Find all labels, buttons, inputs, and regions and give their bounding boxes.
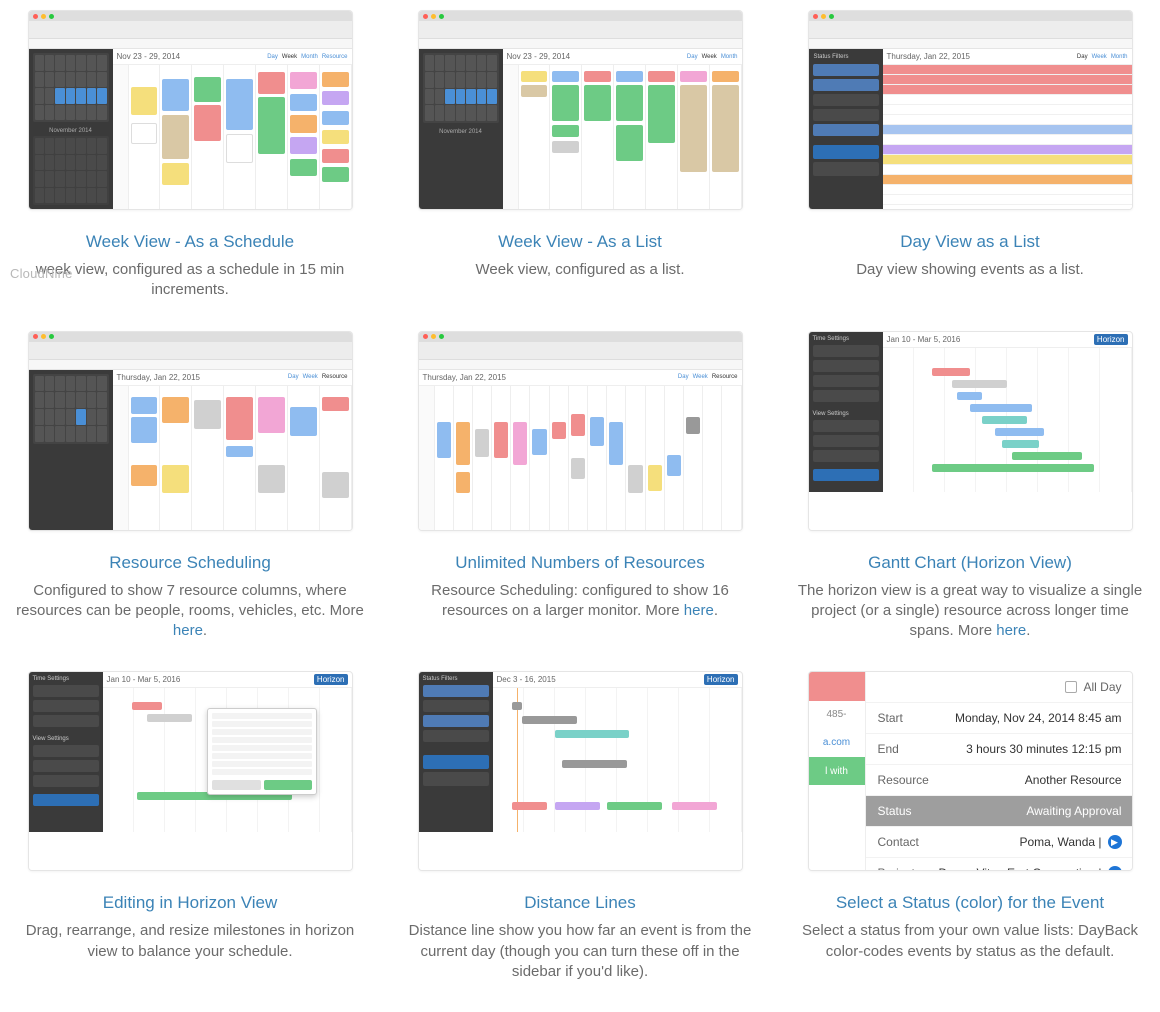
closeup-left-strip: 485- a.com l with bbox=[809, 672, 865, 870]
card-desc: week view, configured as a schedule in 1… bbox=[10, 260, 370, 301]
gallery-grid: November 2014 Nov 23 - 29, 2014DayWeekMo… bbox=[5, 10, 1155, 982]
thumb-resource-16[interactable]: Thursday, Jan 22, 2015DayWeekResource bbox=[418, 331, 743, 531]
card-select-status: 485- a.com l with All Day Start Monday, N… bbox=[785, 671, 1155, 982]
card-gantt: Time Settings View Settings Jan 10 - Mar… bbox=[785, 331, 1155, 642]
mac-titlebar bbox=[29, 11, 352, 21]
thumb-week-schedule[interactable]: November 2014 Nov 23 - 29, 2014DayWeekMo… bbox=[28, 10, 353, 210]
thumb-week-list[interactable]: November 2014 Nov 23 - 29, 2014DayWeekMo… bbox=[418, 10, 743, 210]
card-week-schedule: November 2014 Nov 23 - 29, 2014DayWeekMo… bbox=[5, 10, 375, 301]
card-desc: Resource Scheduling: configured to show … bbox=[400, 581, 760, 622]
field-value-resource[interactable]: Another Resource bbox=[1025, 773, 1122, 787]
event-popup bbox=[207, 708, 317, 795]
date-range: Nov 23 - 29, 2014 bbox=[117, 52, 181, 61]
thumb-distance-lines[interactable]: Status Filters Dec 3 - 16, 2015Horizon bbox=[418, 671, 743, 871]
field-value-start[interactable]: Monday, Nov 24, 2014 8:45 am bbox=[955, 711, 1122, 725]
thumb-select-status[interactable]: 485- a.com l with All Day Start Monday, N… bbox=[808, 671, 1133, 871]
field-label-start: Start bbox=[878, 711, 903, 725]
card-title: Resource Scheduling bbox=[109, 553, 271, 573]
field-label-status: Status bbox=[878, 804, 912, 818]
card-title: Unlimited Numbers of Resources bbox=[455, 553, 704, 573]
field-label-end: End bbox=[878, 742, 899, 756]
more-link[interactable]: here bbox=[684, 602, 714, 619]
card-desc: Distance line show you how far an event … bbox=[400, 921, 760, 982]
card-desc: Day view showing events as a list. bbox=[856, 260, 1084, 280]
card-title: Editing in Horizon View bbox=[103, 893, 278, 913]
card-title: Week View - As a List bbox=[498, 232, 662, 252]
card-title: Distance Lines bbox=[524, 893, 636, 913]
allday-label: All Day bbox=[1083, 680, 1121, 694]
field-value-project[interactable]: Donec Vitae Erat Corporation |▶ bbox=[939, 866, 1122, 871]
card-desc: Drag, rearrange, and resize milestones i… bbox=[10, 921, 370, 962]
field-label-project: Project bbox=[878, 866, 915, 871]
card-day-list: Status Filters Thursday, Jan 22, 2015Day… bbox=[785, 10, 1155, 301]
gantt-settings-sidebar: Time Settings View Settings bbox=[809, 332, 883, 492]
card-resource-7: Thursday, Jan 22, 2015DayWeekResource bbox=[5, 331, 375, 642]
event-detail-panel: All Day Start Monday, Nov 24, 2014 8:45 a… bbox=[865, 672, 1133, 870]
more-link[interactable]: here bbox=[173, 622, 203, 639]
field-value-end[interactable]: 3 hours 30 minutes 12:15 pm bbox=[966, 742, 1121, 756]
field-label-resource: Resource bbox=[878, 773, 929, 787]
field-label-contact: Contact bbox=[878, 835, 919, 849]
thumb-gantt[interactable]: Time Settings View Settings Jan 10 - Mar… bbox=[808, 331, 1133, 531]
thumb-editing-horizon[interactable]: Time Settings View Settings Jan 10 - Mar… bbox=[28, 671, 353, 871]
card-editing-horizon: Time Settings View Settings Jan 10 - Mar… bbox=[5, 671, 375, 982]
status-filter-sidebar: Status Filters bbox=[809, 49, 883, 209]
card-distance-lines: Status Filters Dec 3 - 16, 2015Horizon bbox=[395, 671, 765, 982]
arrow-icon[interactable]: ▶ bbox=[1108, 866, 1122, 871]
card-title: Day View as a List bbox=[900, 232, 1040, 252]
card-desc: Configured to show 7 resource columns, w… bbox=[10, 581, 370, 642]
thumb-day-list[interactable]: Status Filters Thursday, Jan 22, 2015Day… bbox=[808, 10, 1133, 210]
card-title: Gantt Chart (Horizon View) bbox=[868, 553, 1072, 573]
card-resource-16: Thursday, Jan 22, 2015DayWeekResource bbox=[395, 331, 765, 642]
card-week-list: November 2014 Nov 23 - 29, 2014DayWeekMo… bbox=[395, 10, 765, 301]
field-value-status[interactable]: Awaiting Approval bbox=[1026, 804, 1121, 818]
card-desc: Week view, configured as a list. bbox=[476, 260, 685, 280]
card-title: Week View - As a Schedule bbox=[86, 232, 294, 252]
arrow-icon[interactable]: ▶ bbox=[1108, 835, 1122, 849]
allday-checkbox[interactable] bbox=[1065, 681, 1077, 693]
field-value-contact[interactable]: Poma, Wanda |▶ bbox=[1019, 835, 1121, 849]
card-desc: Select a status from your own value list… bbox=[790, 921, 1150, 962]
card-title: Select a Status (color) for the Event bbox=[836, 893, 1104, 913]
more-link[interactable]: here bbox=[996, 622, 1026, 639]
dark-sidebar: November 2014 bbox=[29, 49, 113, 209]
thumb-resource-7[interactable]: Thursday, Jan 22, 2015DayWeekResource bbox=[28, 331, 353, 531]
card-desc: The horizon view is a great way to visua… bbox=[790, 581, 1150, 642]
